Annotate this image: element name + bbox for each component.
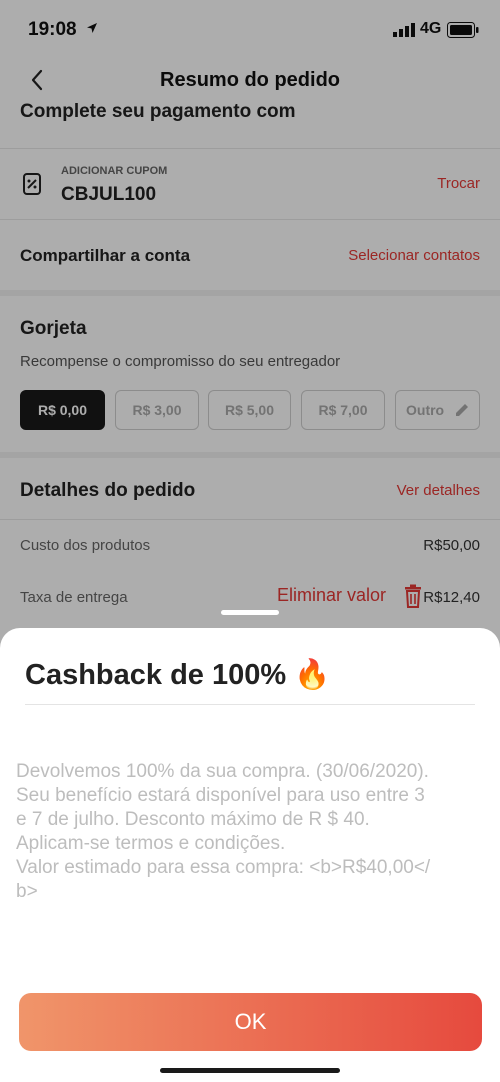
cashback-title: Cashback de 100% 🔥 — [25, 659, 331, 691]
cashback-bottom-sheet: Cashback de 100% 🔥 Devolvemos 100% da su… — [0, 628, 500, 1082]
sheet-divider — [25, 704, 475, 705]
home-indicator[interactable] — [160, 1068, 340, 1073]
sheet-drag-handle[interactable] — [221, 610, 279, 615]
ok-button[interactable]: OK — [19, 993, 482, 1051]
cashback-description: Devolvemos 100% da sua compra. (30/06/20… — [16, 761, 431, 902]
